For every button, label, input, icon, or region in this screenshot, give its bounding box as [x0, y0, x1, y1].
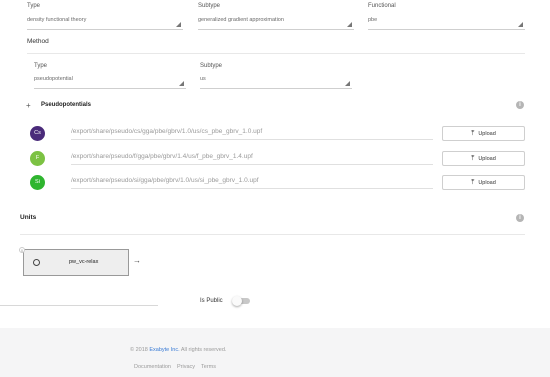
documentation-link[interactable]: Documentation [134, 364, 171, 370]
model-type-label: Type [27, 3, 41, 9]
units-title: Units [20, 214, 37, 221]
model-subtype-label: Subtype [198, 3, 221, 9]
expand-plus-icon[interactable]: + [26, 101, 31, 110]
terms-link[interactable]: Terms [201, 364, 216, 370]
copyright-year: © 2018 [130, 347, 148, 353]
divider [27, 53, 525, 54]
method-type-value: pseudopotential [34, 76, 73, 82]
element-badge: Si [30, 175, 45, 190]
arrow-right-icon: → [133, 256, 141, 265]
company-link[interactable]: Exabyte Inc. [149, 347, 179, 353]
functional-value: pbe [368, 17, 378, 23]
radio-circle-icon [33, 259, 40, 266]
method-title: Method [27, 38, 49, 45]
footer-links: Documentation Privacy Terms [134, 364, 216, 370]
dropdown-arrow-icon [179, 81, 184, 86]
pseudo-path-field[interactable]: /export/share/pseudo/f/gga/pbe/gbrv/1.4/… [71, 153, 433, 165]
method-type-select[interactable]: pseudopotential [34, 75, 186, 89]
dropdown-arrow-icon [345, 81, 350, 86]
pseudo-path-field[interactable]: /export/share/pseudo/cs/gga/pbe/gbrv/1.0… [71, 128, 433, 140]
functional-label: Functional [368, 3, 396, 9]
upload-label: Upload [478, 130, 496, 137]
pseudopotentials-title: Pseudopotentials [41, 102, 92, 108]
element-badge: Cs [30, 126, 45, 141]
footer: © 2018 Exabyte Inc. All rights reserved.… [0, 328, 550, 377]
dropdown-arrow-icon [176, 22, 181, 27]
upload-button[interactable]: ⤒ Upload [442, 175, 525, 190]
method-subtype-label: Subtype [200, 63, 223, 69]
upload-icon: ⤒ [471, 154, 475, 162]
dropdown-arrow-icon [518, 22, 523, 27]
upload-button[interactable]: ⤒ Upload [442, 126, 525, 141]
info-icon[interactable]: i [516, 101, 524, 109]
divider [20, 234, 525, 235]
unit-index-badge: 0 [19, 247, 25, 253]
privacy-link[interactable]: Privacy [177, 364, 195, 370]
is-public-toggle[interactable] [232, 296, 250, 306]
upload-icon: ⤒ [471, 129, 475, 137]
toggle-knob [232, 296, 242, 306]
method-type-label: Type [34, 63, 48, 69]
upload-button[interactable]: ⤒ Upload [442, 151, 525, 166]
divider [0, 305, 158, 306]
pseudo-path-field[interactable]: /export/share/pseudo/si/gga/pbe/gbrv/1.0… [71, 177, 433, 189]
upload-label: Upload [478, 179, 496, 186]
workflow-unit-card[interactable]: pw_vc-relax [23, 249, 129, 276]
workflow-unit-label: pw_vc-relax [69, 259, 99, 265]
info-icon[interactable]: i [516, 214, 524, 222]
copyright: © 2018 Exabyte Inc. All rights reserved. [130, 347, 226, 353]
model-subtype-value: generalized gradient approximation [198, 17, 284, 23]
method-subtype-value: us [200, 76, 206, 82]
element-badge: F [30, 151, 45, 166]
upload-icon: ⤒ [471, 178, 475, 186]
functional-select[interactable]: pbe [368, 16, 525, 30]
model-type-select[interactable]: density functional theory [27, 16, 183, 30]
model-type-value: density functional theory [27, 17, 87, 23]
upload-label: Upload [478, 155, 496, 162]
is-public-label: Is Public [200, 298, 223, 304]
model-subtype-select[interactable]: generalized gradient approximation [198, 16, 354, 30]
dropdown-arrow-icon [347, 22, 352, 27]
copyright-text: All rights reserved. [180, 347, 227, 353]
method-subtype-select[interactable]: us [200, 75, 352, 89]
